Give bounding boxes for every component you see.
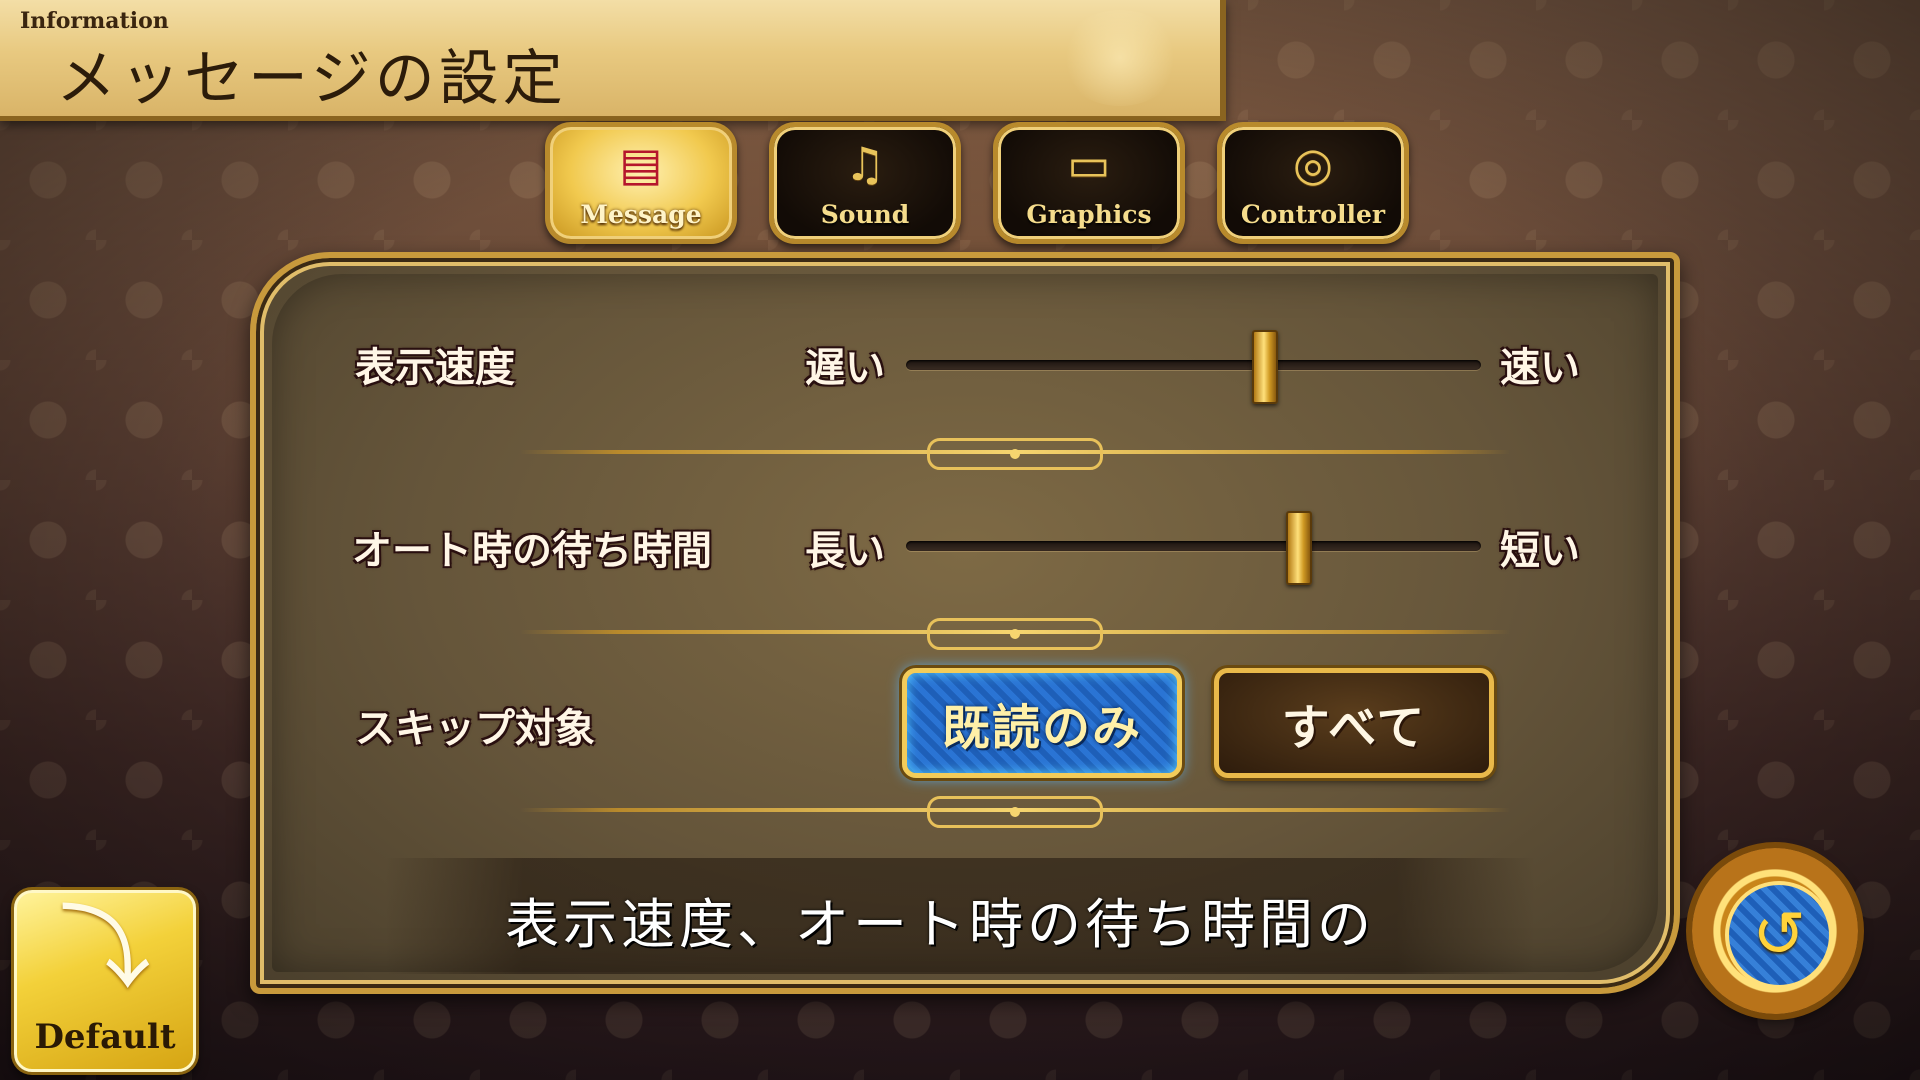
default-button-label: Default bbox=[34, 1017, 176, 1057]
auto-wait-max-label: 短い bbox=[1500, 528, 1580, 574]
tab-graphics[interactable]: ▭ Graphics bbox=[993, 122, 1185, 244]
auto-wait-label: オート時の待ち時間 bbox=[352, 528, 712, 574]
header-banner: Information メッセージの設定 bbox=[0, 0, 1226, 121]
auto-wait-min-label: 長い bbox=[805, 528, 885, 574]
skip-read-only-button[interactable]: 既読のみ bbox=[902, 668, 1182, 778]
description-text: 表示速度、オート時の待ち時間の bbox=[505, 893, 1375, 956]
settings-tabs: ▤ Message ♫ Sound ▭ Graphics ◎ Controlle… bbox=[545, 122, 1409, 244]
graphics-icon: ▭ bbox=[1067, 137, 1111, 191]
row-divider bbox=[520, 796, 1510, 828]
divider-ornament bbox=[927, 438, 1103, 470]
page-title: メッセージの設定 bbox=[56, 44, 567, 114]
text-speed-slider[interactable] bbox=[906, 360, 1481, 370]
tab-controller-label: Controller bbox=[1240, 200, 1386, 229]
skip-all-button[interactable]: すべて bbox=[1214, 668, 1494, 778]
message-icon: ▤ bbox=[619, 137, 663, 191]
tab-graphics-label: Graphics bbox=[1026, 200, 1152, 229]
tab-sound[interactable]: ♫ Sound bbox=[769, 122, 961, 244]
text-speed-max-label: 速い bbox=[1500, 345, 1580, 391]
default-button[interactable]: ⤵ Default bbox=[14, 890, 196, 1072]
row-divider bbox=[520, 438, 1510, 470]
tab-controller[interactable]: ◎ Controller bbox=[1217, 122, 1409, 244]
reset-arrow-icon: ⤵ bbox=[58, 895, 151, 1002]
divider-ornament bbox=[927, 618, 1103, 650]
controller-icon: ◎ bbox=[1292, 137, 1334, 191]
auto-wait-slider[interactable] bbox=[906, 541, 1481, 551]
tab-message-label: Message bbox=[580, 200, 702, 229]
refresh-icon: ↺ bbox=[1725, 881, 1833, 989]
tab-message[interactable]: ▤ Message bbox=[545, 122, 737, 244]
skip-target-label: スキップ対象 bbox=[355, 706, 595, 752]
text-speed-min-label: 遅い bbox=[805, 345, 885, 391]
sound-icon: ♫ bbox=[844, 137, 886, 191]
back-button[interactable]: ↺ bbox=[1692, 848, 1858, 1014]
auto-wait-slider-handle[interactable] bbox=[1286, 511, 1312, 585]
text-speed-label: 表示速度 bbox=[355, 345, 515, 391]
row-divider bbox=[520, 618, 1510, 650]
tab-sound-label: Sound bbox=[820, 200, 910, 229]
text-speed-slider-handle[interactable] bbox=[1251, 330, 1278, 404]
divider-ornament bbox=[927, 796, 1103, 828]
